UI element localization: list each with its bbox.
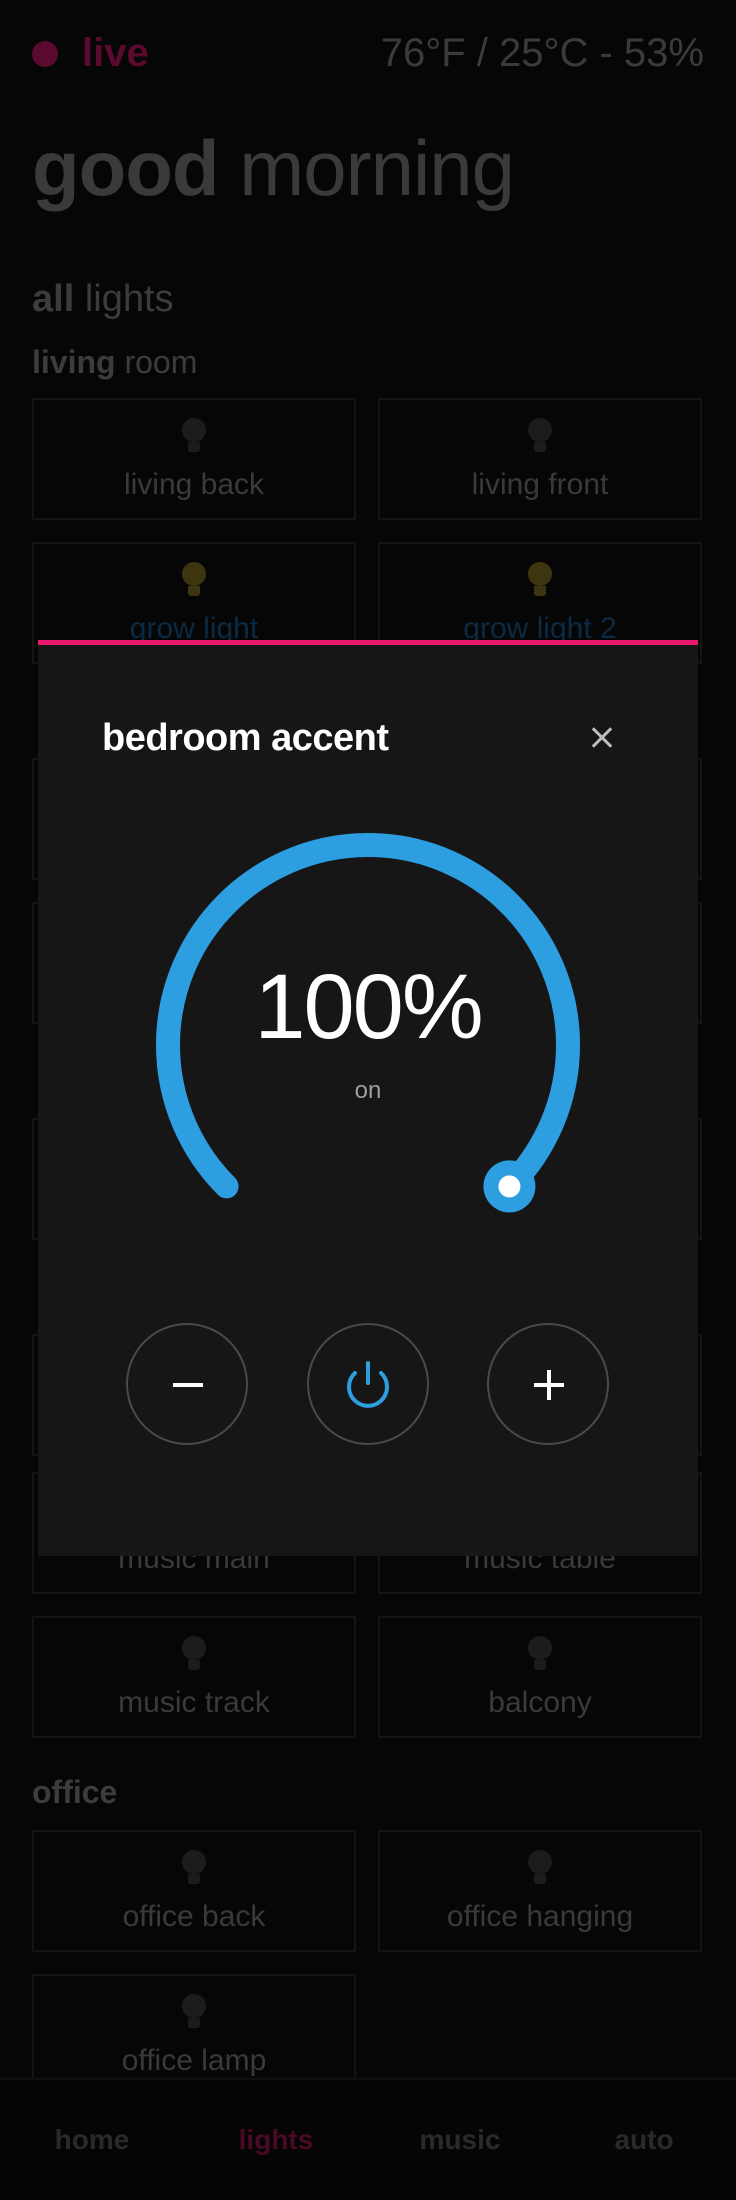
nav-music[interactable]: music — [368, 2080, 552, 2200]
live-label: live — [82, 31, 149, 75]
brightness-value: 100% — [254, 956, 483, 1058]
close-icon[interactable] — [578, 713, 626, 761]
light-tile-label: living front — [471, 468, 609, 501]
light-tile-music-track[interactable]: music track — [32, 1616, 356, 1738]
light-tile-label: office hanging — [446, 1900, 634, 1933]
live-indicator-icon — [32, 41, 58, 67]
bulb-icon — [526, 1850, 554, 1888]
bulb-icon — [526, 1636, 554, 1674]
room-heading-living: living room — [32, 340, 197, 384]
room-living-bold: living — [32, 344, 116, 380]
light-tile-office-back[interactable]: office back — [32, 1830, 356, 1952]
power-icon — [347, 1361, 389, 1408]
greeting: good morning — [32, 118, 515, 218]
brightness-dial[interactable]: 100% on — [148, 825, 588, 1265]
greeting-light: morning — [239, 124, 515, 212]
bulb-icon — [526, 418, 554, 456]
weather-readout: 76°F / 25°C - 53% — [380, 31, 704, 75]
all-lights-bold: all — [32, 278, 75, 320]
increase-brightness-button[interactable] — [487, 1323, 609, 1445]
bulb-icon — [180, 1850, 208, 1888]
nav-home[interactable]: home — [0, 2080, 184, 2200]
bulb-icon — [180, 562, 208, 600]
light-tile-label: living back — [123, 468, 265, 501]
bulb-icon — [180, 1994, 208, 2032]
bottom-nav: home lights music auto — [0, 2078, 736, 2200]
decrease-brightness-button[interactable] — [126, 1323, 248, 1445]
all-lights-light: lights — [84, 278, 174, 320]
light-tile-label: balcony — [488, 1686, 592, 1719]
bulb-icon — [526, 562, 554, 600]
room-living-light: room — [124, 344, 198, 380]
light-tile-office-hanging[interactable]: office hanging — [378, 1830, 702, 1952]
brightness-knob-center — [498, 1175, 521, 1198]
light-tile-living-back[interactable]: living back — [32, 398, 356, 520]
greeting-bold: good — [32, 124, 220, 212]
power-button[interactable] — [307, 1323, 429, 1445]
nav-auto[interactable]: auto — [552, 2080, 736, 2200]
light-tile-living-front[interactable]: living front — [378, 398, 702, 520]
light-tile-label: office back — [122, 1900, 266, 1933]
bulb-icon — [180, 1636, 208, 1674]
light-tile-label: office lamp — [121, 2044, 267, 2077]
power-state: on — [354, 1077, 382, 1104]
nav-lights[interactable]: lights — [184, 2080, 368, 2200]
bulb-icon — [180, 418, 208, 456]
room-heading-office: office — [32, 1774, 118, 1810]
light-control-dialog: bedroom accent 100% on — [38, 640, 698, 1556]
light-tile-label: music track — [118, 1686, 270, 1719]
status-bar: live 76°F / 25°C - 53% — [32, 28, 704, 78]
dialog-title: bedroom accent — [102, 717, 389, 759]
light-tile-balcony[interactable]: balcony — [378, 1616, 702, 1738]
all-lights-heading[interactable]: all lights — [32, 274, 174, 324]
